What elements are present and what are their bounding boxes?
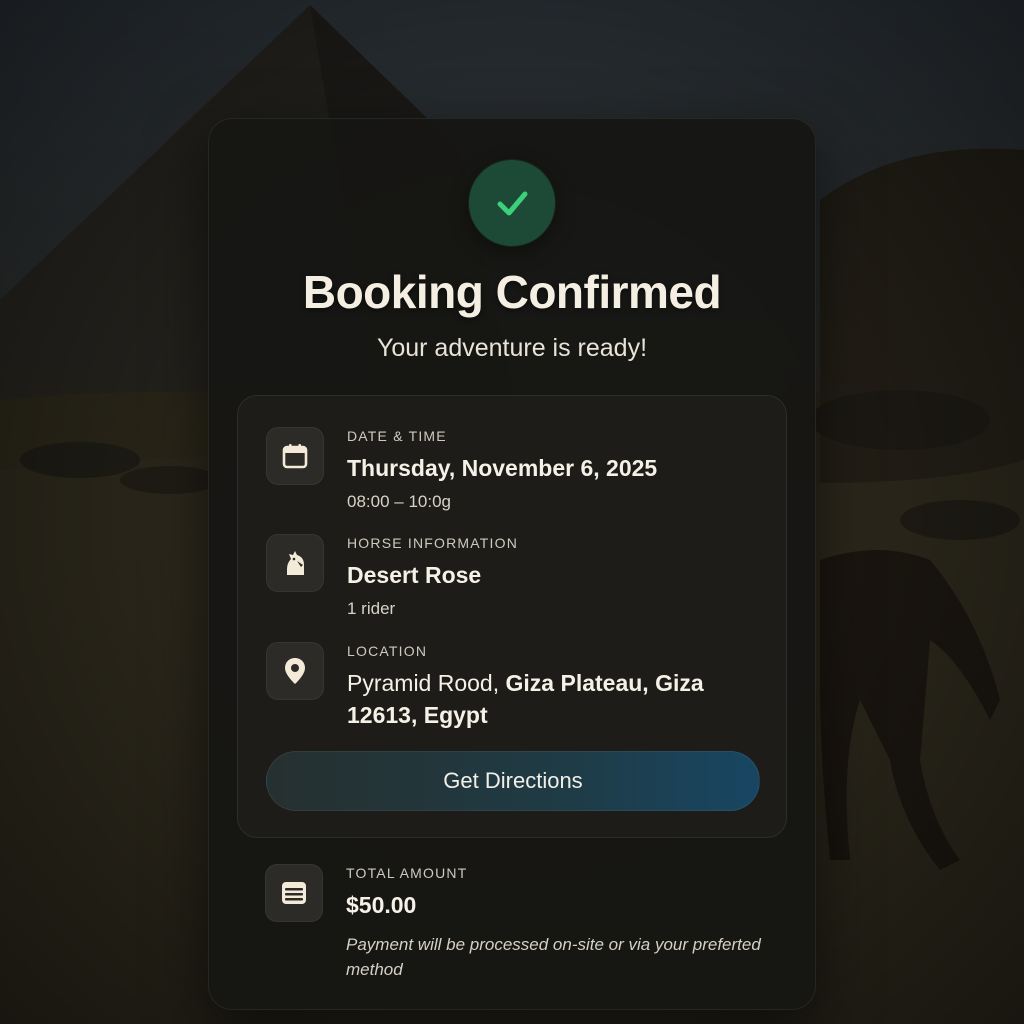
calendar-icon [266,427,324,485]
datetime-label: DATE & TIME [347,428,447,444]
booking-confirmation-card: Booking Confirmed Your adventure is read… [208,118,816,1010]
horse-icon [266,534,324,592]
location-pin-icon [266,642,324,700]
page-title: Booking Confirmed [302,266,722,318]
horse-label: HORSE INFORMATION [347,535,519,551]
location-label: LOCATION [347,643,428,659]
total-amount-label: TOTAL AMOUNT [346,865,468,881]
total-amount-value: $50.00 [346,892,417,918]
get-directions-button[interactable]: Get Directions [266,751,760,811]
rider-count: 1 rider [347,599,396,618]
success-badge [469,160,555,246]
wallet-icon [265,864,323,922]
booking-details-panel: DATE & TIME Thursday, November 6, 2025 0… [237,395,787,838]
horse-name: Desert Rose [347,562,482,588]
location-address: Pyramid Rood, Giza Plateau, Giza 12613, … [347,667,766,731]
payment-note: Payment will be processed on-site or via… [346,935,761,979]
page-subtitle: Your adventure is ready! [376,334,648,362]
datetime-value: Thursday, November 6, 2025 [347,455,658,481]
address-street: Pyramid Rood, [347,670,500,696]
time-range: 08:00 – 10:0g [347,492,451,511]
checkmark-icon [497,191,528,216]
